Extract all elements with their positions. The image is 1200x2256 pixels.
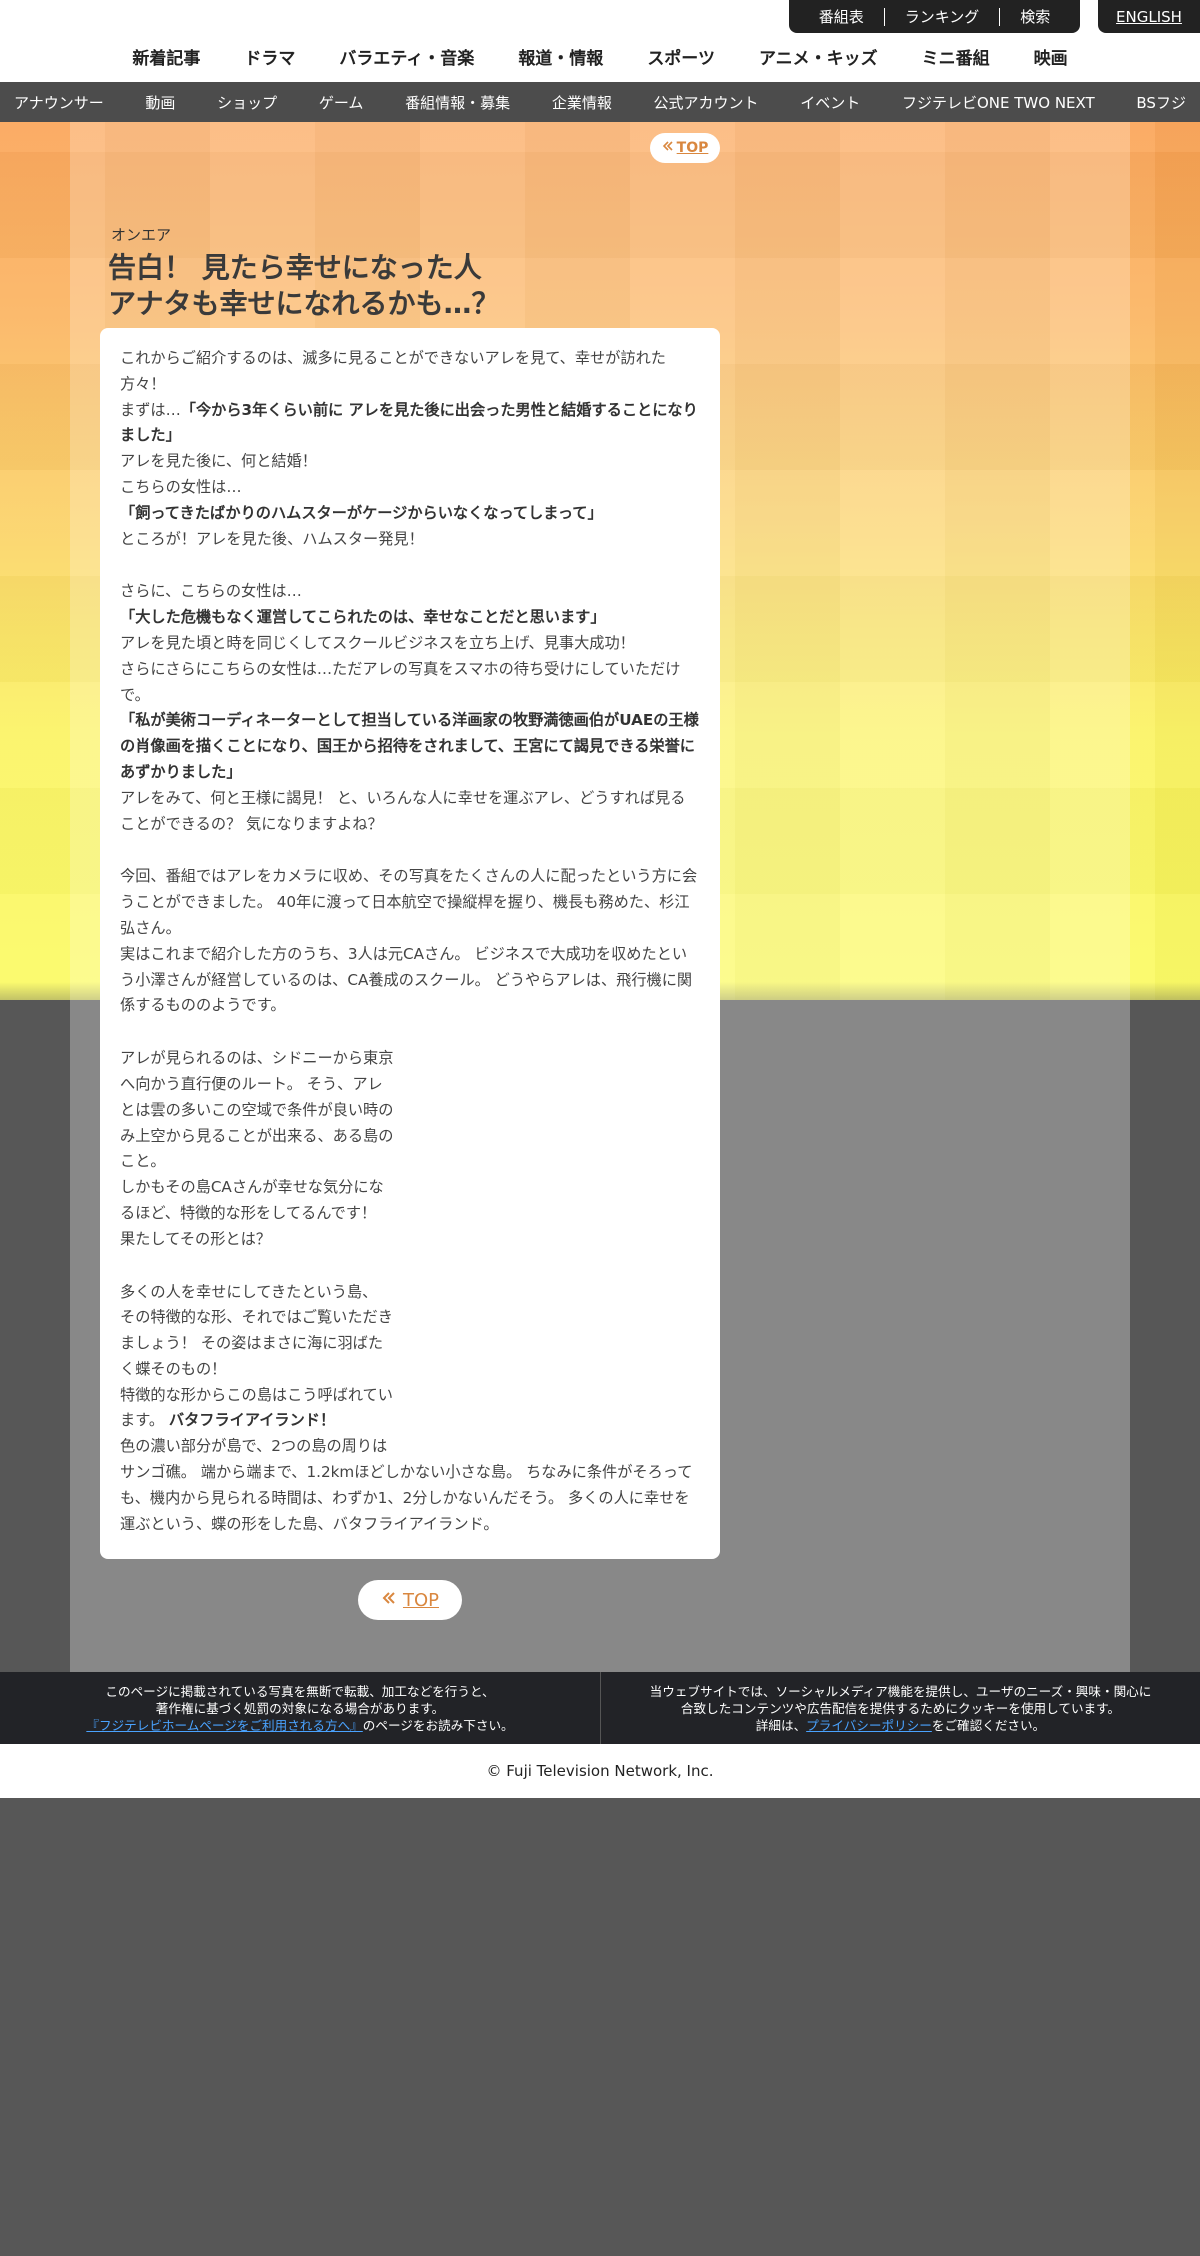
article-paragraph: サンゴ礁。 端から端まで、1.2kmほどしかない小さな島。 ちなみに条件がそろっ…: [120, 1463, 693, 1533]
sub-nav-item-event[interactable]: イベント: [800, 92, 860, 113]
cookie-notice-line: 当ウェブサイトでは、ソーシャルメディア機能を提供し、ユーザのニーズ・興味・関心に: [649, 1683, 1152, 1699]
top-button-small-label: TOP: [676, 140, 709, 156]
article-paragraph: ところが！アレを見た後、ハムスター発見！: [120, 529, 424, 548]
notice-bar: このページに掲載されている写真を無断で転載、加工などを行うと、 著作権に基づく処…: [0, 1672, 1200, 1744]
main-nav-item-variety[interactable]: バラエティ・音楽: [317, 44, 496, 69]
cookie-notice: 当ウェブサイトでは、ソーシャルメディア機能を提供し、ユーザのニーズ・興味・関心に…: [600, 1672, 1200, 1744]
copyright-notice-suffix: のページをお読み下さい。: [362, 1717, 514, 1733]
sub-nav: アナウンサー 動画 ショップ ゲーム 番組情報・募集 企業情報 公式アカウント …: [0, 82, 1200, 122]
article-text: まずは…: [120, 400, 181, 419]
main-nav-item-mini[interactable]: ミニ番組: [900, 44, 1012, 69]
article-paragraph: アレが見られるのは、シドニーから東京へ向かう直行便のルート。 そう、アレとは雲の…: [120, 1049, 394, 1171]
privacy-policy-link[interactable]: プライバシーポリシー: [806, 1718, 932, 1733]
site-usage-link[interactable]: 『フジテレビホームページをご利用される方へ』: [86, 1718, 362, 1733]
article-paragraph: まずは…「今から3年くらい前に アレを見た後に出会った男性と結婚することになりま…: [120, 398, 700, 450]
main-nav-item-anime[interactable]: アニメ・キッズ: [737, 44, 900, 69]
article-paragraph: 多くの人を幸せにしてきたという島、 その特徴的な形、それではご覧いただきましょう…: [120, 1282, 393, 1378]
copyright-notice: このページに掲載されている写真を無断で転載、加工などを行うと、 著作権に基づく処…: [0, 1672, 600, 1744]
category-label: オンエア: [111, 226, 172, 244]
article-card: これからご紹介するのは、滅多に見ることができないアレを見て、幸せが訪れた方々！ …: [100, 328, 720, 1559]
article-paragraph: これからご紹介するのは、滅多に見ることができないアレを見て、幸せが訪れた方々！: [120, 349, 666, 393]
article-paragraph: 「大した危機もなく運営してこられたのは、幸せなことだと思います」: [120, 605, 700, 631]
util-link-search[interactable]: 検索: [999, 7, 1070, 26]
sub-nav-item-bs-fuji[interactable]: BSフジ: [1136, 92, 1186, 113]
double-chevron-left-icon: [662, 140, 674, 156]
main-nav: 新着記事 ドラマ バラエティ・音楽 報道・情報 スポーツ アニメ・キッズ ミニ番…: [0, 38, 1200, 74]
cookie-notice-prefix: 詳細は、: [755, 1717, 807, 1733]
top-button-large[interactable]: TOP: [358, 1580, 462, 1620]
article-paragraph: アレをみて、何と王様に謁見！ と、いろんな人に幸せを運ぶアレ、どうすれば見ること…: [120, 788, 686, 833]
copyright-bar: © Fuji Television Network, Inc.: [0, 1744, 1200, 1798]
main-nav-item-news[interactable]: 報道・情報: [496, 44, 625, 69]
article-paragraph: アレを見た後に、何と結婚！: [120, 452, 317, 471]
english-button[interactable]: ENGLISH: [1098, 0, 1200, 33]
sub-nav-item-corporate[interactable]: 企業情報: [552, 92, 612, 113]
page-title-line2: アナタも幸せになれるかも…？: [108, 287, 500, 320]
top-button-large-label: TOP: [402, 1589, 440, 1611]
main-nav-item-drama[interactable]: ドラマ: [222, 44, 317, 69]
article-quote: 「飼ってきたばかりのハムスターがケージからいなくなってしまって」: [120, 503, 603, 522]
sub-nav-item-video[interactable]: 動画: [145, 92, 175, 113]
cookie-notice-line: 詳細は、プライバシーポリシーをご確認ください。: [756, 1717, 1045, 1734]
article-quote: 「大した危機もなく運営してこられたのは、幸せなことだと思います」: [120, 608, 606, 627]
util-link-schedule[interactable]: 番組表: [799, 8, 884, 26]
article-paragraph: アレを見た頃と時を同じくしてスクールビジネスを立ち上げ、見事大成功！: [120, 633, 635, 652]
article-quote: 「私が美術コーディネーターとして担当している洋画家の牧野満徳画伯がUAEの王様の…: [120, 711, 699, 781]
sub-nav-item-announcer[interactable]: アナウンサー: [14, 92, 104, 113]
sub-nav-item-official-accounts[interactable]: 公式アカウント: [654, 92, 759, 113]
copyright-notice-line: 『フジテレビホームページをご利用される方へ』のページをお読み下さい。: [86, 1717, 513, 1734]
copyright-notice-line: このページに掲載されている写真を無断で転載、加工などを行うと、: [105, 1683, 495, 1699]
double-chevron-left-icon: [381, 1590, 397, 1611]
article-quote: 「今から3年くらい前に アレを見た後に出会った男性と結婚することになりました」: [120, 400, 698, 445]
article-paragraph: こちらの女性は…: [120, 477, 242, 496]
cookie-notice-line: 合致したコンテンツや広告配信を提供するためにクッキーを使用しています。: [680, 1700, 1121, 1716]
article-paragraph: 実はこれまで紹介した方のうち、3人は元CAさん。 ビジネスで大成功を収めたという…: [120, 944, 693, 1015]
main-nav-item-new[interactable]: 新着記事: [110, 44, 222, 69]
article-paragraph: 特徴的な形からこの島はこう呼ばれています。 バタフライアイランド！: [120, 1383, 395, 1435]
copyright-text: © Fuji Television Network, Inc.: [486, 1762, 714, 1780]
article-paragraph: 「飼ってきたばかりのハムスターがケージからいなくなってしまって」: [120, 501, 700, 527]
page-title: 告白！ 見たら幸せになった人 アナタも幸せになれるかも…？: [108, 250, 708, 322]
article-quote: バタフライアイランド！: [168, 1411, 336, 1430]
utility-nav: 番組表 ランキング 検索: [789, 0, 1080, 33]
main-nav-item-movie[interactable]: 映画: [1012, 44, 1090, 69]
page-title-line1: 告白！ 見たら幸せになった人: [108, 251, 482, 284]
site-header: 番組表 ランキング 検索 ENGLISH 新着記事 ドラマ バラエティ・音楽 報…: [0, 0, 1200, 82]
article-paragraph: 「私が美術コーディネーターとして担当している洋画家の牧野満徳画伯がUAEの王様の…: [120, 708, 700, 785]
article-paragraph: 今回、番組ではアレをカメラに収め、その写真をたくさんの人に配ったという方に会うこ…: [120, 867, 698, 937]
article-paragraph: さらにさらにこちらの女性は…ただアレの写真をスマホの待ち受けにしていただけで。: [120, 659, 681, 704]
copyright-notice-line: 著作権に基づく処罰の対象になる場合があります。: [155, 1700, 445, 1716]
sub-nav-item-program-info[interactable]: 番組情報・募集: [405, 92, 510, 113]
sub-nav-item-game[interactable]: ゲーム: [319, 92, 364, 113]
sub-nav-item-shop[interactable]: ショップ: [217, 92, 277, 113]
article-paragraph: しかもその島CAさんが幸せな気分になるほど、特徴的な形をしてるんです！ 果たして…: [120, 1178, 384, 1248]
sub-nav-item-one-two-next[interactable]: フジテレビONE TWO NEXT: [902, 92, 1095, 113]
top-button-small[interactable]: TOP: [650, 133, 720, 163]
main-nav-item-sports[interactable]: スポーツ: [625, 44, 737, 69]
article-paragraph: 色の濃い部分が島で、2つの島の周りは: [120, 1437, 388, 1456]
cookie-notice-suffix: をご確認ください。: [931, 1717, 1046, 1733]
util-link-ranking[interactable]: ランキング: [883, 7, 1000, 26]
article-paragraph: さらに、こちらの女性は…: [120, 582, 302, 601]
